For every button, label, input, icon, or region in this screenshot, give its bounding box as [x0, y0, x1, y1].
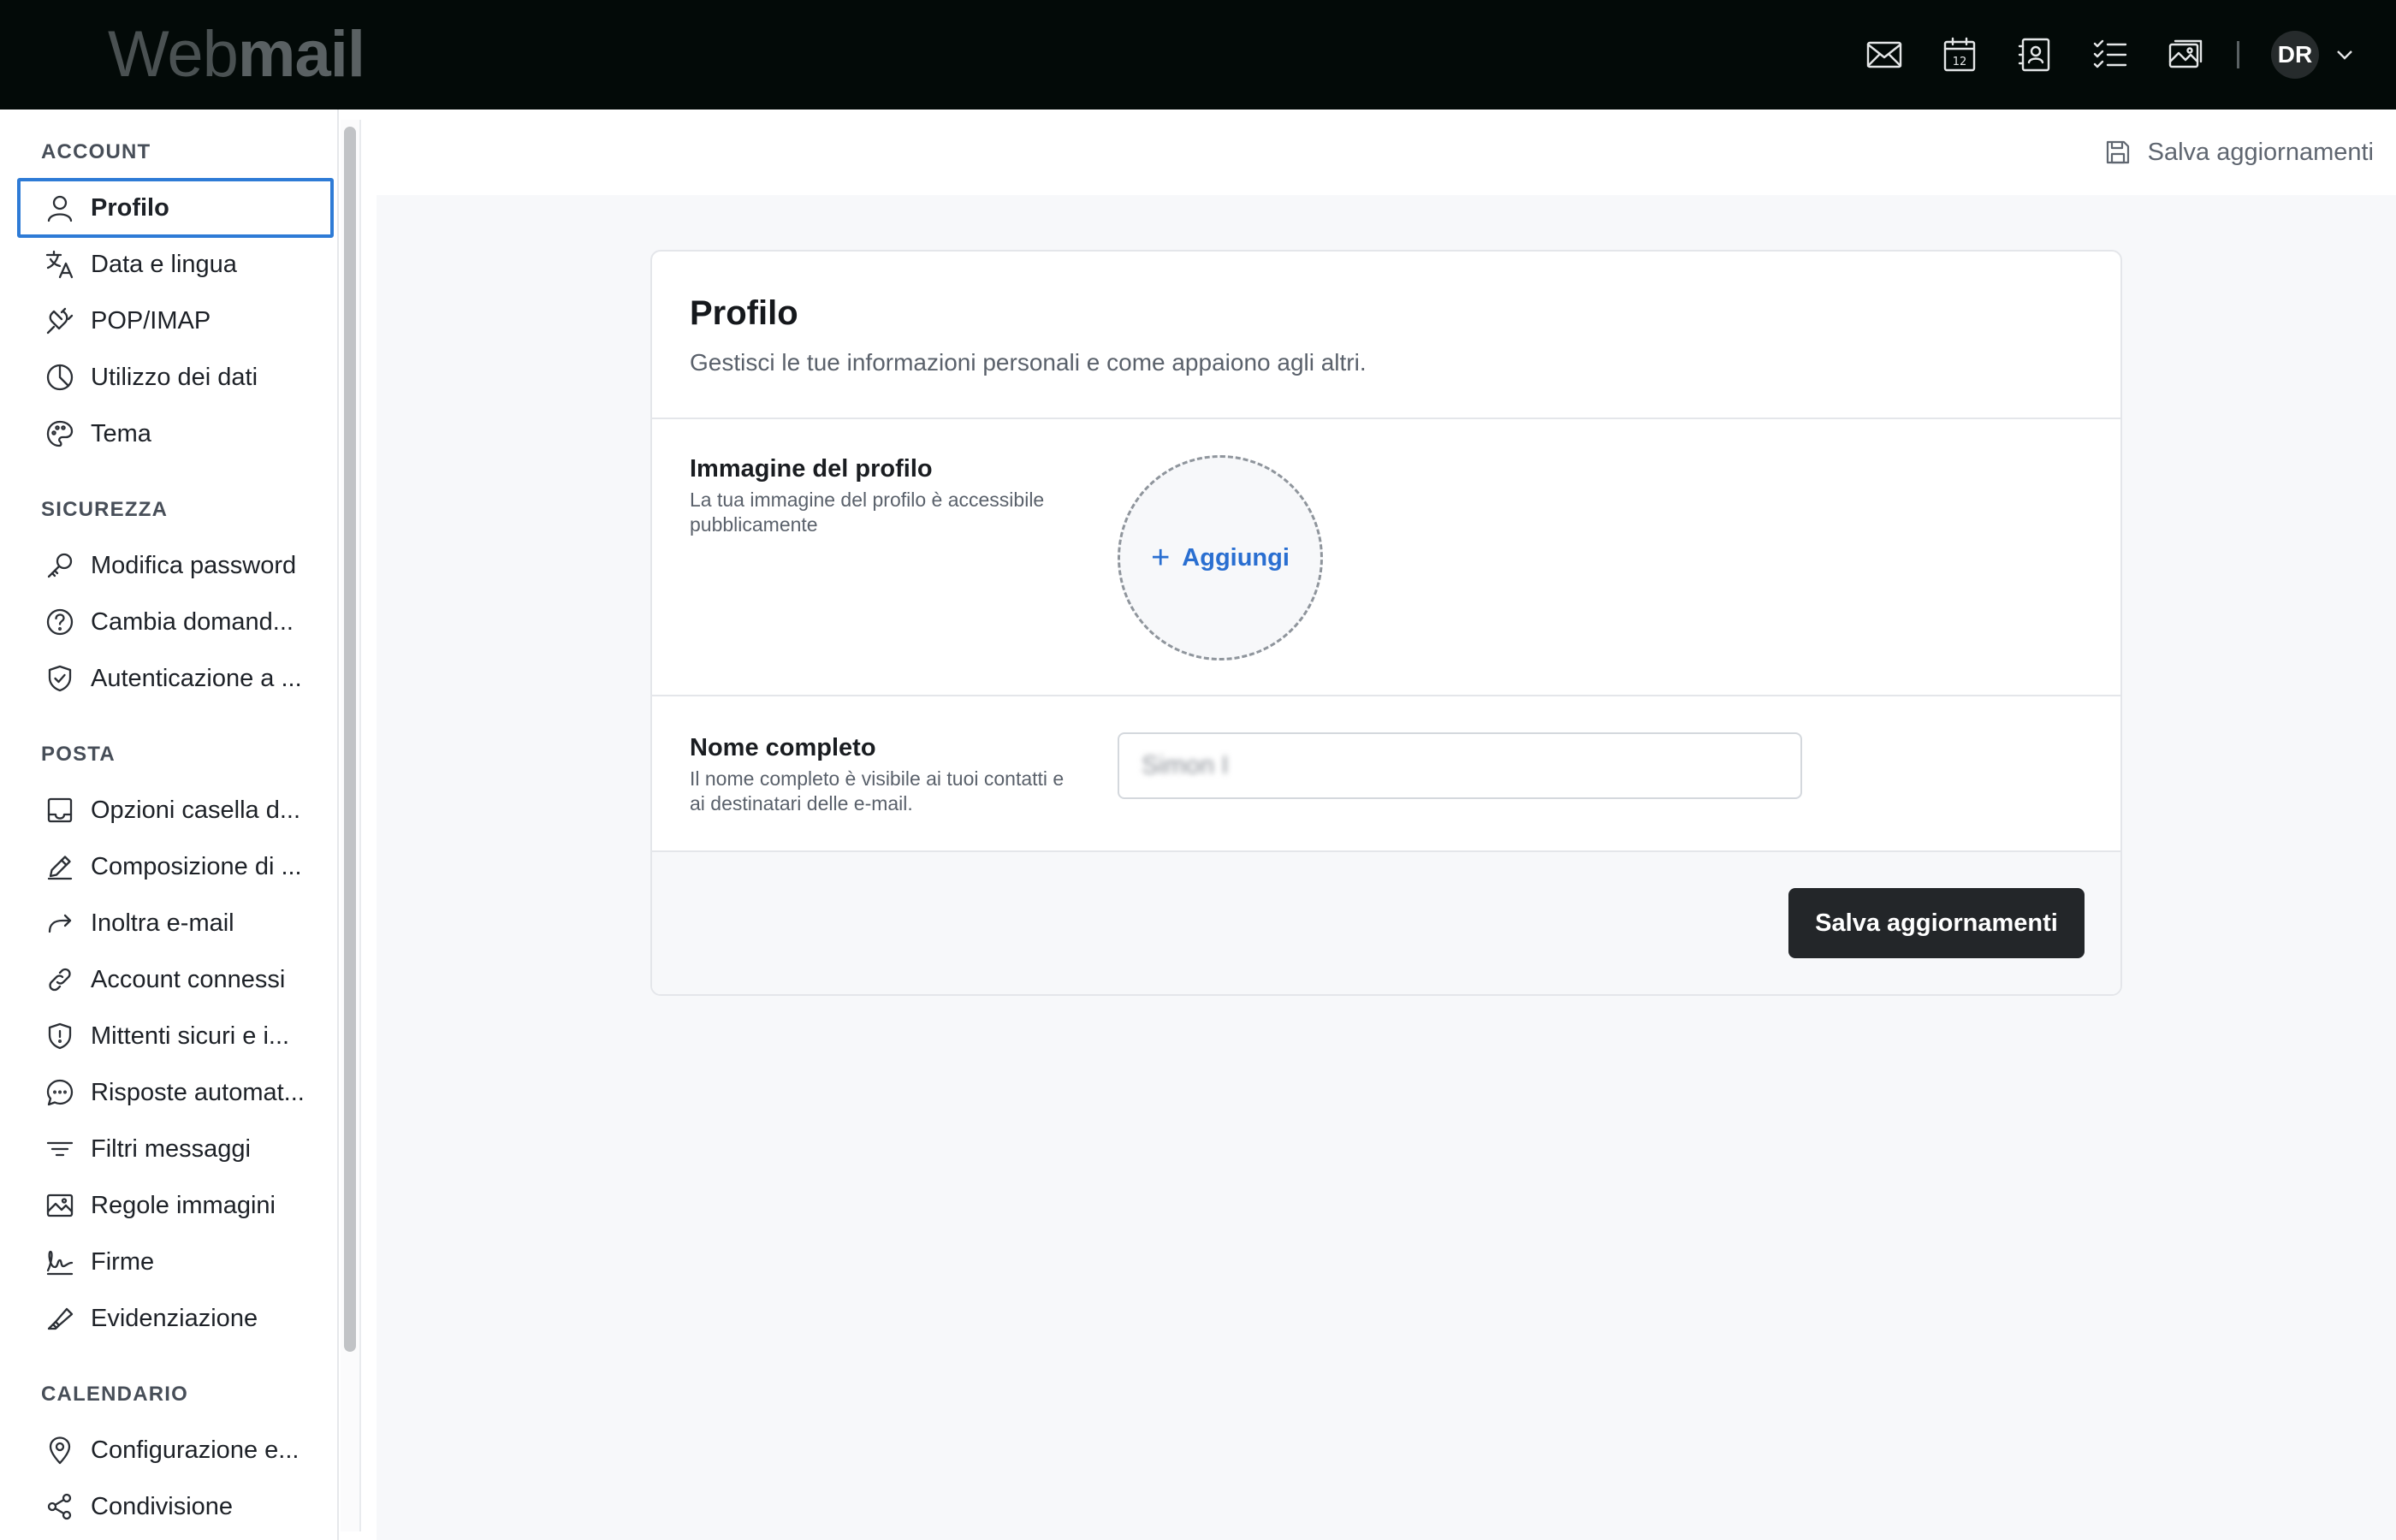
full-name-value: Simon I — [1142, 751, 1229, 779]
chat-icon — [44, 1077, 75, 1108]
sidebar-item-label: Regole immagini — [91, 1191, 276, 1219]
header-save-button[interactable]: Salva aggiornamenti — [2103, 135, 2374, 169]
sidebar-item-data-lingua[interactable]: Data e lingua — [17, 234, 334, 294]
sidebar-item-label: Cambia domand... — [91, 607, 294, 636]
image-icon — [44, 1190, 75, 1221]
sidebar-item-label: Utilizzo dei dati — [91, 363, 258, 391]
sidebar-item-account-connessi[interactable]: Account connessi — [17, 950, 334, 1010]
contacts-icon[interactable] — [2014, 34, 2055, 75]
share-icon — [44, 1491, 75, 1522]
user-icon — [44, 192, 75, 223]
signature-icon — [44, 1247, 75, 1277]
pie-chart-icon — [44, 362, 75, 393]
key-icon — [44, 550, 75, 581]
sidebar-item-label: Tema — [91, 419, 151, 447]
full-name-label: Nome completo — [690, 734, 876, 761]
section-title-posta: POSTA — [41, 743, 116, 766]
sidebar-item-composizione[interactable]: Composizione di ... — [17, 837, 334, 897]
sidebar-item-tema[interactable]: Tema — [17, 404, 334, 464]
sidebar-item-configurazione[interactable]: Configurazione e... — [17, 1420, 334, 1480]
sidebar-item-label: Condivisione — [91, 1492, 234, 1520]
mail-icon[interactable] — [1864, 34, 1905, 75]
sidebar-item-cambia-domanda[interactable]: Cambia domand... — [17, 592, 334, 652]
sidebar-item-label: Opzioni casella d... — [91, 796, 301, 824]
translate-icon — [44, 249, 75, 280]
section-title-account: ACCOUNT — [41, 140, 151, 163]
sidebar-item-regole-immagini[interactable]: Regole immagini — [17, 1176, 334, 1235]
sidebar-item-label: Composizione di ... — [91, 852, 302, 880]
top-bar: Webmail 12 DR — [0, 0, 2396, 110]
section-title-calendario: CALENDARIO — [41, 1383, 188, 1406]
inbox-icon — [44, 795, 75, 826]
sidebar-item-label: Risposte automat... — [91, 1078, 305, 1106]
question-icon — [44, 607, 75, 637]
sidebar-item-label: Profilo — [91, 193, 169, 222]
sidebar-item-label: Modifica password — [91, 551, 297, 579]
photos-icon[interactable] — [2165, 34, 2206, 75]
sidebar-item-label: Configurazione e... — [91, 1436, 300, 1464]
sidebar-item-mittenti-sicuri[interactable]: Mittenti sicuri e i... — [17, 1006, 334, 1066]
highlighter-icon — [44, 1303, 75, 1334]
sidebar-item-label: Filtri messaggi — [91, 1134, 251, 1163]
add-picture-label: Aggiungi — [1182, 543, 1290, 572]
sidebar-item-evidenziazione[interactable]: Evidenziazione — [17, 1288, 334, 1348]
profile-card: Profilo Gestisci le tue informazioni per… — [650, 250, 2122, 996]
sidebar-item-inoltra-email[interactable]: Inoltra e-mail — [17, 893, 334, 953]
avatar[interactable]: DR — [2271, 31, 2319, 79]
shield-check-icon — [44, 663, 75, 694]
sidebar-item-label: Data e lingua — [91, 250, 237, 278]
floppy-disk-icon — [2103, 138, 2132, 167]
sidebar-scrollbar-thumb[interactable] — [344, 127, 356, 1352]
content-header: Salva aggiornamenti — [377, 110, 2396, 195]
sidebar-item-modifica-password[interactable]: Modifica password — [17, 536, 334, 595]
plug-icon — [44, 305, 75, 336]
page-subtitle: Gestisci le tue informazioni personali e… — [690, 349, 1367, 376]
sidebar-item-label: Inoltra e-mail — [91, 909, 234, 937]
sidebar-item-firme[interactable]: Firme — [17, 1232, 334, 1292]
full-name-input[interactable]: Simon I — [1118, 732, 1802, 799]
pencil-icon — [44, 851, 75, 882]
settings-sidebar: ACCOUNT Profilo Data e lingua POP/IMAP U… — [0, 110, 339, 1540]
sidebar-item-label: Mittenti sicuri e i... — [91, 1022, 290, 1050]
tasks-icon[interactable] — [2090, 34, 2131, 75]
calendar-icon[interactable]: 12 — [1939, 34, 1980, 75]
sidebar-item-risposte-automatiche[interactable]: Risposte automat... — [17, 1063, 334, 1122]
palette-icon — [44, 418, 75, 449]
sidebar-item-condivisione[interactable]: Condivisione — [17, 1477, 334, 1537]
divider — [652, 695, 2120, 696]
save-button[interactable]: Salva aggiornamenti — [1788, 888, 2085, 958]
chevron-down-icon[interactable] — [2333, 44, 2357, 65]
sidebar-item-label: POP/IMAP — [91, 306, 211, 335]
location-icon — [44, 1435, 75, 1466]
svg-text:12: 12 — [1953, 56, 1967, 68]
profile-picture-description: La tua immagine del profilo è accessibil… — [690, 489, 1045, 536]
forward-icon — [44, 908, 75, 939]
divider — [652, 418, 2120, 419]
header-save-label: Salva aggiornamenti — [2147, 138, 2374, 166]
plus-icon: + — [1151, 540, 1171, 576]
full-name-description: Il nome completo è visibile ai tuoi cont… — [690, 767, 1065, 814]
profile-picture-label: Immagine del profilo — [690, 455, 933, 483]
sidebar-item-label: Firme — [91, 1247, 155, 1276]
section-title-sicurezza: SICUREZZA — [41, 498, 169, 521]
shield-alert-icon — [44, 1021, 75, 1051]
sidebar-item-pop-imap[interactable]: POP/IMAP — [17, 291, 334, 351]
add-profile-picture-button[interactable]: + Aggiungi — [1118, 455, 1323, 660]
sidebar-item-opzioni-casella[interactable]: Opzioni casella d... — [17, 780, 334, 840]
toolbar-divider — [2237, 41, 2239, 68]
sidebar-item-utilizzo-dati[interactable]: Utilizzo dei dati — [17, 347, 334, 407]
sidebar-item-label: Autenticazione a ... — [91, 664, 302, 692]
sidebar-item-profilo[interactable]: Profilo — [17, 178, 334, 238]
filter-icon — [44, 1134, 75, 1164]
app-logo[interactable]: Webmail — [108, 19, 365, 91]
sidebar-item-label: Account connessi — [91, 965, 286, 993]
sidebar-item-label: Evidenziazione — [91, 1304, 258, 1332]
card-footer: Salva aggiornamenti — [652, 852, 2120, 994]
sidebar-item-filtri-messaggi[interactable]: Filtri messaggi — [17, 1119, 334, 1179]
link-icon — [44, 964, 75, 995]
page-title: Profilo — [690, 294, 798, 332]
sidebar-item-autenticazione[interactable]: Autenticazione a ... — [17, 649, 334, 708]
